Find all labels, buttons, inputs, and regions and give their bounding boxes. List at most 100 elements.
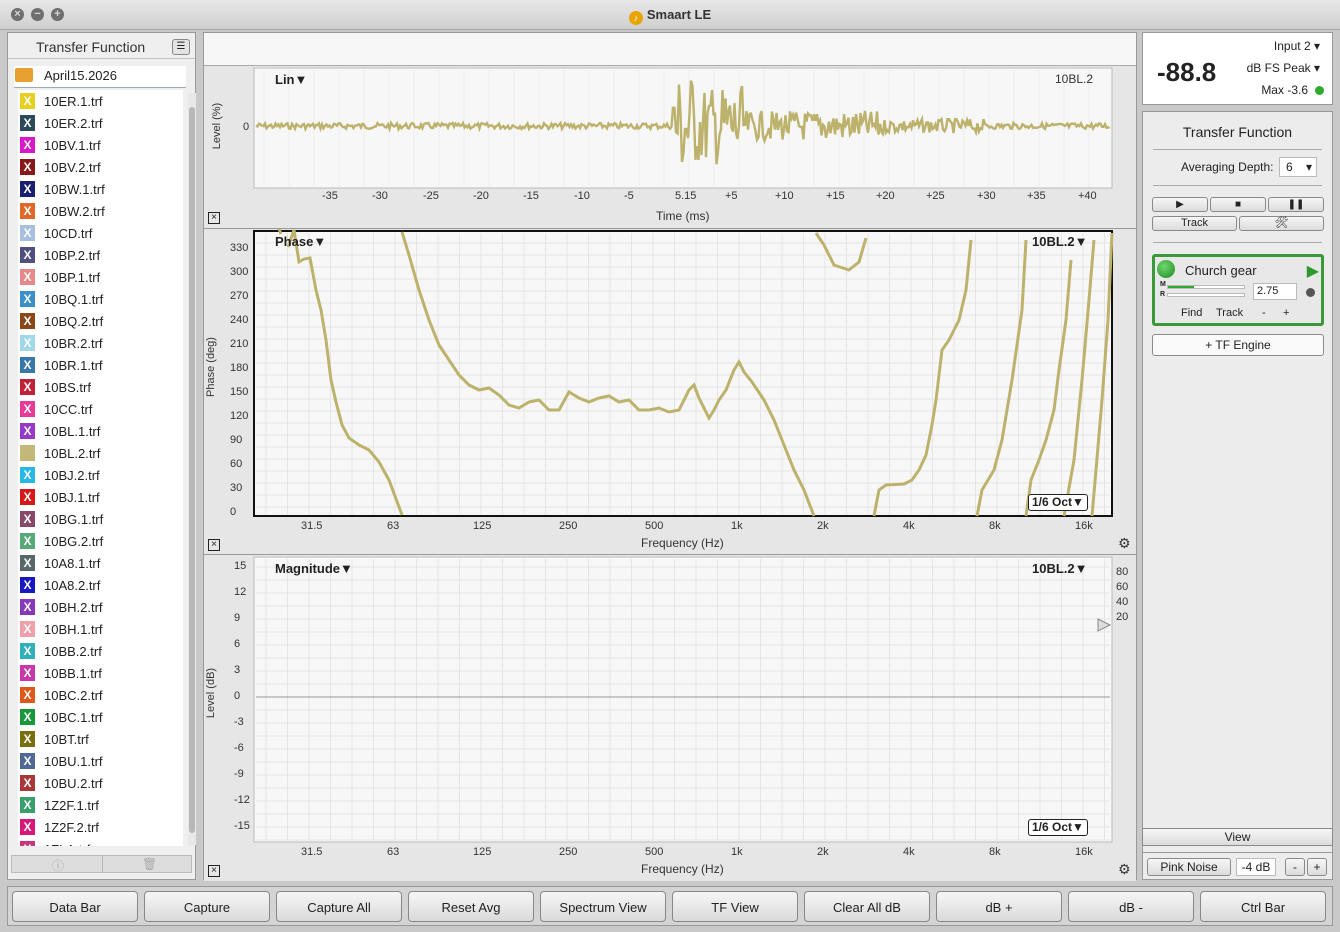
level-minus-button[interactable]: - xyxy=(1285,858,1305,876)
file-name: 10BR.2.trf xyxy=(44,336,103,351)
reset-avg-button[interactable]: Reset Avg xyxy=(408,891,534,922)
tick-label: 180 xyxy=(230,362,249,374)
engine-on-icon[interactable] xyxy=(1157,260,1175,278)
magnitude-smoothing-label: 1/6 Oct xyxy=(1032,820,1073,834)
delay-minus-button[interactable]: - xyxy=(1262,307,1266,319)
tick-label: 4k xyxy=(903,520,915,532)
play-button[interactable]: ▶ xyxy=(1152,197,1208,212)
file-icon: X xyxy=(20,357,35,373)
file-item[interactable]: X 1Z2F.2.trf xyxy=(18,816,183,838)
track-button[interactable]: Track xyxy=(1152,216,1237,231)
file-item[interactable]: X 10CC.trf xyxy=(18,398,183,420)
file-item[interactable]: X 10BC.2.trf xyxy=(18,684,183,706)
file-name: 1Z2F.2.trf xyxy=(44,820,99,835)
file-list-scrollbar[interactable] xyxy=(188,93,196,845)
file-item[interactable]: X 10BH.1.trf xyxy=(18,618,183,640)
file-item[interactable]: X 10ER.2.trf xyxy=(18,112,183,134)
db-minus-button[interactable]: dB - xyxy=(1068,891,1194,922)
file-item[interactable]: X 10BU.1.trf xyxy=(18,750,183,772)
file-item[interactable]: X 10BL.1.trf xyxy=(18,420,183,442)
find-button[interactable]: Find xyxy=(1181,307,1202,319)
clear-all-db-button[interactable]: Clear All dB xyxy=(804,891,930,922)
trash-icon[interactable]: 🗑 xyxy=(142,857,157,871)
file-item[interactable]: X 10BR.1.trf xyxy=(18,354,183,376)
file-icon: X xyxy=(20,335,35,351)
pause-button[interactable]: ❚❚ xyxy=(1268,197,1324,212)
pink-noise-level[interactable]: -4 dB xyxy=(1236,858,1276,876)
capture-button[interactable]: Capture xyxy=(144,891,270,922)
gear-icon[interactable]: ⚙ xyxy=(1118,861,1131,878)
file-name: 10BG.1.trf xyxy=(44,512,104,527)
file-icon: X xyxy=(20,467,35,483)
file-item[interactable]: X 10BB.1.trf xyxy=(18,662,183,684)
view-button[interactable]: View xyxy=(1142,828,1333,846)
chevron-down-icon: ▾ xyxy=(1313,39,1320,53)
file-item[interactable]: X 10BW.2.trf xyxy=(18,200,183,222)
engine-name[interactable]: Church gear xyxy=(1185,263,1257,278)
file-item[interactable]: X 10CD.trf xyxy=(18,222,183,244)
file-item[interactable]: X 1Z2F.1.trf xyxy=(18,794,183,816)
capture-all-button[interactable]: Capture All xyxy=(276,891,402,922)
tools-icon[interactable]: 🛠 xyxy=(1239,216,1324,231)
phase-title[interactable]: Phase xyxy=(275,234,313,249)
file-item[interactable]: X 1ZLA.trf xyxy=(18,838,183,846)
engine-track-button[interactable]: Track xyxy=(1216,307,1243,319)
pink-noise-button[interactable]: Pink Noise xyxy=(1147,858,1231,876)
file-item[interactable]: X 10BQ.1.trf xyxy=(18,288,183,310)
file-item[interactable]: X 10ER.1.trf xyxy=(18,90,183,112)
scroll-thumb[interactable] xyxy=(189,107,195,833)
file-item[interactable]: X 10BG.1.trf xyxy=(18,508,183,530)
file-item[interactable]: X 10BH.2.trf xyxy=(18,596,183,618)
add-tf-engine-button[interactable]: + TF Engine xyxy=(1152,334,1324,356)
title-bar: × − + ♪ Smaart LE xyxy=(0,0,1340,30)
meter-mode-select[interactable]: dB FS Peak ▾ xyxy=(1247,61,1320,75)
file-item[interactable]: X 10BU.2.trf xyxy=(18,772,183,794)
delay-plus-button[interactable]: + xyxy=(1283,307,1289,319)
tf-engine-card[interactable]: Church gear ▶ M R 2.75 Find Track - + xyxy=(1152,254,1324,326)
file-name: 10ER.1.trf xyxy=(44,94,103,109)
file-name: 10CD.trf xyxy=(44,226,93,241)
spectrum-view-button[interactable]: Spectrum View xyxy=(540,891,666,922)
file-item[interactable]: X 10BS.trf xyxy=(18,376,183,398)
file-item[interactable]: X 10BP.1.trf xyxy=(18,266,183,288)
file-item[interactable]: X 10BB.2.trf xyxy=(18,640,183,662)
tick-label: 330 xyxy=(230,242,249,254)
magnitude-title[interactable]: Magnitude xyxy=(275,561,340,576)
file-item[interactable]: X 10BQ.2.trf xyxy=(18,310,183,332)
sidebar-menu-icon[interactable]: ☰ xyxy=(172,39,190,55)
averaging-select[interactable]: 6 ▾ xyxy=(1279,157,1317,177)
file-item[interactable]: X 10BW.1.trf xyxy=(18,178,183,200)
close-plot-icon[interactable]: × xyxy=(208,865,220,877)
folder-item[interactable]: April15.2026 xyxy=(14,66,186,88)
close-plot-icon[interactable]: × xyxy=(208,539,220,551)
file-item[interactable]: 10BL.2.trf xyxy=(18,442,183,464)
tf-view-button[interactable]: TF View xyxy=(672,891,798,922)
file-item[interactable]: X 10BP.2.trf xyxy=(18,244,183,266)
ctrl-bar-button[interactable]: Ctrl Bar xyxy=(1200,891,1326,922)
file-item[interactable]: X 10BV.1.trf xyxy=(18,134,183,156)
info-icon[interactable]: ⓘ xyxy=(52,857,64,874)
phase-smoothing-dropdown[interactable]: 1/6 Oct▼ xyxy=(1028,494,1088,511)
file-item[interactable]: X 10BJ.1.trf xyxy=(18,486,183,508)
magnitude-smoothing-dropdown[interactable]: 1/6 Oct▼ xyxy=(1028,819,1088,836)
file-item[interactable]: X 10BJ.2.trf xyxy=(18,464,183,486)
file-item[interactable]: X 10BG.2.trf xyxy=(18,530,183,552)
delay-field[interactable]: 2.75 xyxy=(1253,283,1297,300)
file-item[interactable]: X 10A8.2.trf xyxy=(18,574,183,596)
impulse-title[interactable]: Lin xyxy=(275,72,295,87)
db-plus-button[interactable]: dB + xyxy=(936,891,1062,922)
input-select[interactable]: Input 2 ▾ xyxy=(1274,39,1320,53)
file-item[interactable]: X 10BT.trf xyxy=(18,728,183,750)
data-bar-button[interactable]: Data Bar xyxy=(12,891,138,922)
gear-icon[interactable]: ⚙ xyxy=(1118,535,1131,552)
stop-button[interactable]: ■ xyxy=(1210,197,1266,212)
close-plot-icon[interactable]: × xyxy=(208,212,220,224)
file-name: 10BB.1.trf xyxy=(44,666,102,681)
file-item[interactable]: X 10BC.1.trf xyxy=(18,706,183,728)
level-plus-button[interactable]: + xyxy=(1307,858,1327,876)
file-item[interactable]: X 10A8.1.trf xyxy=(18,552,183,574)
file-item[interactable]: X 10BR.2.trf xyxy=(18,332,183,354)
play-engine-icon[interactable]: ▶ xyxy=(1307,261,1319,281)
file-item[interactable]: X 10BV.2.trf xyxy=(18,156,183,178)
file-icon: X xyxy=(20,621,35,637)
